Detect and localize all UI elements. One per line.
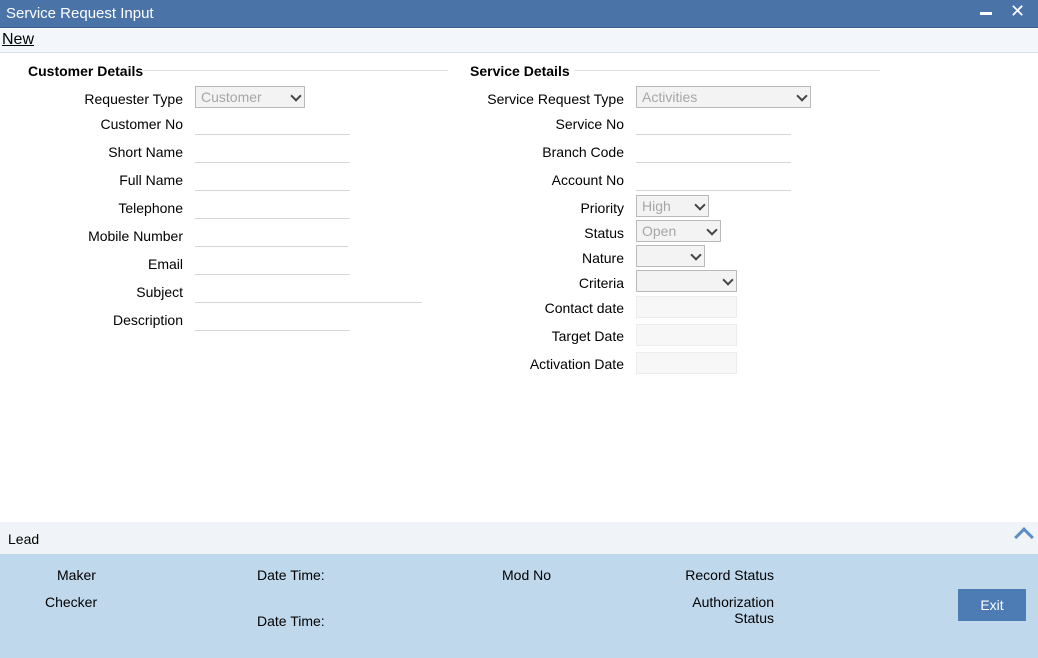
- priority-select[interactable]: High: [636, 195, 709, 217]
- exit-button[interactable]: Exit: [958, 589, 1026, 621]
- title-bar: Service Request Input ✕: [0, 0, 1038, 28]
- audit-footer: Maker Checker Date Time: Date Time: Mod …: [0, 554, 1038, 658]
- short-name-input[interactable]: [195, 141, 350, 163]
- checker-label: Checker: [45, 594, 98, 610]
- full-name-label: Full Name: [119, 172, 183, 188]
- chevron-down-icon: [694, 199, 706, 211]
- section-divider: [140, 70, 448, 71]
- nature-label: Nature: [581, 250, 624, 266]
- minimize-icon[interactable]: [980, 12, 992, 15]
- subject-input[interactable]: [195, 281, 422, 303]
- close-icon[interactable]: ✕: [1010, 1, 1025, 21]
- criteria-select[interactable]: [636, 270, 737, 292]
- service-no-label: Service No: [555, 116, 624, 132]
- service-request-type-value: Activities: [642, 89, 698, 105]
- email-label: Email: [147, 256, 183, 272]
- branch-code-label: Branch Code: [542, 144, 624, 160]
- checker-date-time-label: Date Time:: [257, 613, 325, 629]
- mobile-number-input[interactable]: [195, 225, 348, 247]
- authorization-status-label: Status: [734, 610, 774, 626]
- chevron-up-icon[interactable]: [1014, 527, 1034, 547]
- criteria-label: Criteria: [578, 275, 624, 291]
- chevron-down-icon: [690, 249, 702, 261]
- status-value: Open: [642, 223, 677, 239]
- authorization-label: Authorization: [692, 594, 774, 610]
- new-link[interactable]: New: [2, 31, 34, 49]
- description-label: Description: [112, 312, 183, 328]
- requester-type-label: Requester Type: [84, 91, 183, 107]
- subject-label: Subject: [136, 284, 183, 300]
- record-status-label: Record Status: [685, 567, 774, 583]
- maker-date-time-label: Date Time:: [257, 567, 325, 583]
- service-details-title: Service Details: [470, 63, 570, 79]
- lead-bar: Lead: [0, 522, 1038, 554]
- toolbar: New: [0, 29, 1038, 53]
- section-divider: [574, 70, 880, 71]
- chevron-down-icon: [706, 224, 718, 236]
- chevron-down-icon: [722, 274, 734, 286]
- telephone-label: Telephone: [118, 200, 183, 216]
- branch-code-input[interactable]: [636, 141, 791, 163]
- service-no-input[interactable]: [636, 113, 791, 135]
- customer-details-title: Customer Details: [28, 63, 144, 79]
- status-label: Status: [584, 225, 624, 241]
- account-no-input[interactable]: [636, 169, 791, 191]
- nature-select[interactable]: [636, 245, 705, 267]
- account-no-label: Account No: [551, 172, 624, 188]
- requester-type-value: Customer: [201, 89, 262, 105]
- target-date-label: Target Date: [551, 328, 624, 344]
- email-input[interactable]: [195, 253, 350, 275]
- short-name-label: Short Name: [108, 144, 183, 160]
- telephone-input[interactable]: [195, 197, 350, 219]
- service-request-type-select[interactable]: Activities: [636, 86, 811, 108]
- maker-label: Maker: [57, 567, 96, 583]
- priority-label: Priority: [580, 200, 624, 216]
- window-title: Service Request Input: [6, 5, 154, 22]
- chevron-down-icon: [796, 90, 808, 102]
- service-request-type-label: Service Request Type: [487, 91, 624, 107]
- activation-date-label: Activation Date: [529, 356, 624, 372]
- customer-no-label: Customer No: [100, 116, 183, 132]
- mobile-number-label: Mobile Number: [88, 228, 183, 244]
- target-date-input[interactable]: [636, 324, 737, 346]
- lead-label: Lead: [8, 531, 40, 547]
- chevron-down-icon: [290, 90, 302, 102]
- customer-no-input[interactable]: [195, 113, 350, 135]
- description-input[interactable]: [195, 309, 350, 331]
- requester-type-select[interactable]: Customer: [195, 86, 305, 108]
- contact-date-label: Contact date: [544, 300, 624, 316]
- status-select[interactable]: Open: [636, 220, 721, 242]
- activation-date-input[interactable]: [636, 352, 737, 374]
- full-name-input[interactable]: [195, 169, 350, 191]
- priority-value: High: [642, 198, 671, 214]
- contact-date-input[interactable]: [636, 296, 737, 318]
- mod-no-label: Mod No: [502, 567, 552, 583]
